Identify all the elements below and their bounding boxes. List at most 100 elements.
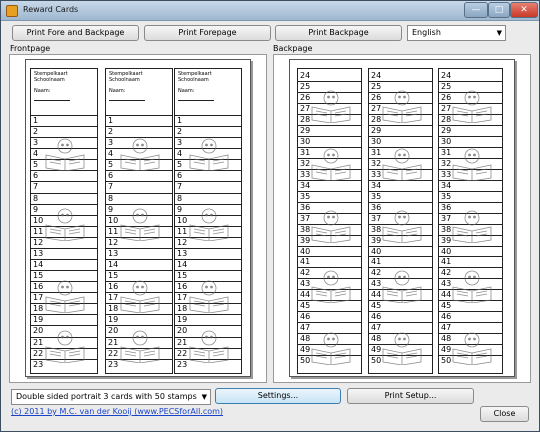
stamp-row: 46 (369, 312, 432, 324)
stamp-row: 20 (106, 326, 172, 338)
copyright-link[interactable]: (c) 2011 by M.C. van der Kooij (www.PECS… (11, 407, 223, 416)
layout-select[interactable]: Double sided portrait 3 cards with 50 st… (11, 389, 211, 405)
stamp-row: 20 (31, 326, 97, 338)
stamp-row: 17 (175, 293, 241, 305)
stamp-row: 10 (31, 216, 97, 227)
stamp-row: 19 (106, 315, 172, 327)
frontpage-label: Frontpage (10, 44, 51, 53)
card-header: Stempelkaart Schoolnaam Naam: (175, 69, 241, 116)
stamp-row: 36 (298, 203, 361, 214)
reward-card-icon (6, 5, 18, 17)
stamp-row: 5 (175, 160, 241, 172)
stamp-row: 37 (439, 214, 502, 225)
stamp-row: 34 (369, 181, 432, 192)
stamp-row: 14 (31, 260, 97, 272)
close-window-button[interactable]: ✕ (510, 2, 538, 18)
stamp-row: 8 (175, 194, 241, 205)
stamp-row: 9 (106, 205, 172, 216)
stamp-card: Stempelkaart Schoolnaam Naam: 1 2 3 4 5 6 7 8 9 10 11… (30, 68, 98, 374)
stamp-row: 39 (439, 236, 502, 247)
stamp-row: 50 (441, 356, 452, 366)
stamp-row: 47 (298, 323, 361, 335)
stamp-row: 42 (369, 268, 432, 280)
stamp-row: 26 (369, 93, 432, 104)
stamp-row: 7 (175, 182, 241, 194)
stamp-row: 4 (175, 149, 241, 161)
stamp-row: 49 (369, 345, 432, 357)
stamp-row: 28 (439, 115, 502, 126)
language-value: English (412, 28, 441, 37)
stamp-row: 3 (31, 138, 97, 150)
stamp-row: 23 (177, 359, 188, 369)
maximize-button[interactable]: □ (488, 2, 510, 18)
title-bar[interactable]: Reward Cards — □ ✕ (1, 1, 539, 21)
stamp-card: Stempelkaart Schoolnaam Naam: 1 2 3 4 5 6 7 8 9 10 11… (105, 68, 173, 374)
stamp-row: 8 (31, 194, 97, 205)
close-button[interactable]: Close (480, 406, 529, 422)
stamp-row: 10 (106, 216, 172, 227)
stamp-row: 21 (31, 338, 97, 349)
stamp-row: 42 (439, 268, 502, 280)
stamp-row: 45 (298, 301, 361, 313)
card-header: Stempelkaart Schoolnaam Naam: (106, 69, 172, 116)
print-forepage-button[interactable]: Print Forepage (144, 25, 271, 41)
stamp-row: 28 (369, 115, 432, 126)
stamp-rows: 24 25 26 27 28 29 30 31 32 33 34 35 36 37 38 39 40 41 42 43… (298, 71, 361, 367)
stamp-card: Stempelkaart Schoolnaam Naam: 1 2 3 4 5 6 7 8 9 10 11… (174, 68, 242, 374)
stamp-row: 35 (369, 192, 432, 203)
stamp-row: 38 (298, 225, 361, 236)
minimize-button[interactable]: — (464, 2, 488, 18)
stamp-card: 24 25 26 27 28 29 30 31 32 33 34 35 36 37 38 39 40 41 42 43… (368, 68, 433, 374)
stamp-row: 23 (33, 359, 44, 369)
backpage-label: Backpage (273, 44, 313, 53)
chevron-down-icon: ▼ (201, 393, 207, 401)
stamp-row: 13 (106, 249, 172, 261)
stamp-row: 13 (31, 249, 97, 261)
print-backpage-button[interactable]: Print Backpage (275, 25, 402, 41)
stamp-row: 30 (369, 137, 432, 148)
stamp-row: 14 (106, 260, 172, 272)
print-setup-button[interactable]: Print Setup... (347, 388, 474, 404)
stamp-row: 11 (175, 227, 241, 238)
stamp-row: 15 (175, 271, 241, 283)
settings-button[interactable]: Settings... (215, 388, 341, 404)
stamp-row: 3 (106, 138, 172, 150)
print-fore-and-backpage-button[interactable]: Print Fore and Backpage (12, 25, 139, 41)
name-underline (178, 100, 214, 101)
stamp-row: 9 (31, 205, 97, 216)
stamp-row: 48 (439, 334, 502, 346)
stamp-row: 18 (175, 304, 241, 316)
frontpage-preview-panel: Stempelkaart Schoolnaam Naam: 1 2 3 4 5 6 7 8 9 10 11… (9, 54, 267, 383)
stamp-row: 40 (369, 247, 432, 258)
stamp-row: 2 (106, 127, 172, 139)
stamp-row: 12 (31, 238, 97, 249)
stamp-rows: 1 2 3 4 5 6 7 8 9 10 11 12 13 14 15 16 17 18 19 20 21 22 23 (175, 116, 241, 371)
stamp-row: 34 (439, 181, 502, 192)
stamp-row: 18 (31, 304, 97, 316)
stamp-row: 22 (31, 349, 97, 360)
backpage-preview-panel: 24 25 26 27 28 29 30 31 32 33 34 35 36 37 38 39 40 41 42 43… (273, 54, 531, 383)
stamp-row: 19 (175, 315, 241, 327)
stamp-row: 6 (175, 171, 241, 183)
stamp-row: 7 (31, 182, 97, 194)
stamp-row: 37 (369, 214, 432, 225)
stamp-row: 25 (369, 82, 432, 93)
stamp-row: 50 (300, 356, 311, 366)
stamp-row: 5 (31, 160, 97, 172)
stamp-row: 22 (175, 349, 241, 360)
stamp-row: 48 (298, 334, 361, 346)
stamp-row: 42 (298, 268, 361, 280)
stamp-card: 24 25 26 27 28 29 30 31 32 33 34 35 36 37 38 39 40 41 42 43… (438, 68, 503, 374)
stamp-row: 46 (439, 312, 502, 324)
stamp-row: 27 (298, 104, 361, 115)
stamp-row: 43 (298, 279, 361, 291)
stamp-row: 20 (175, 326, 241, 338)
stamp-row: 28 (298, 115, 361, 126)
stamp-row: 49 (298, 345, 361, 357)
stamp-row: 32 (369, 159, 432, 170)
stamp-row: 23 (108, 359, 119, 369)
stamp-row: 45 (439, 301, 502, 313)
reward-cards-window: Reward Cards — □ ✕ Print Fore and Backpa… (0, 0, 540, 432)
language-select[interactable]: English ▼ (407, 25, 506, 41)
stamp-row: 17 (31, 293, 97, 305)
